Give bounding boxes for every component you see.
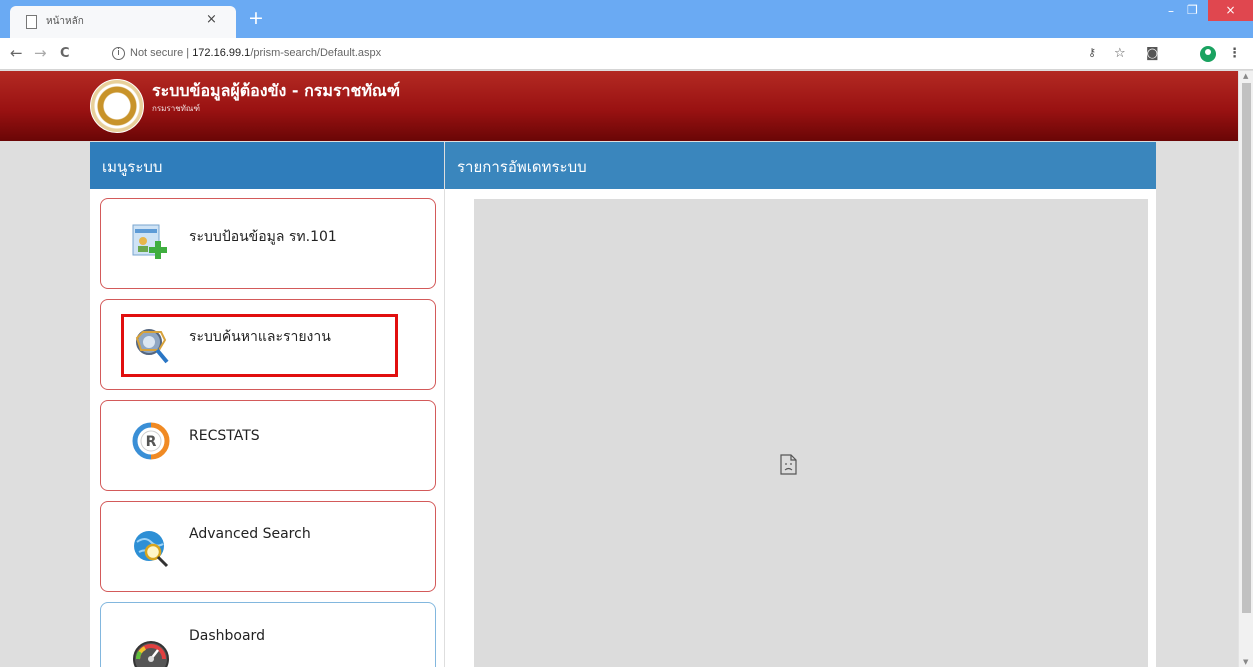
key-icon[interactable]: ⚷	[1088, 46, 1096, 59]
recstats-icon: R	[132, 422, 170, 460]
browser-tab-bar: หน้าหลัก × + – ❐ ×	[0, 0, 1253, 38]
system-menu-panel: เมนูระบบ ระบบป้อนข้อมูล รท.101 ระบบค้นหา…	[90, 142, 444, 667]
tab-close-button[interactable]: ×	[206, 12, 217, 27]
security-label: Not secure	[130, 47, 184, 59]
menu-item-advanced-search[interactable]: Advanced Search	[100, 501, 436, 592]
menu-item-recstats[interactable]: R RECSTATS	[100, 400, 436, 491]
url-separator: |	[186, 47, 190, 59]
menu-item-label: ระบบป้อนข้อมูล รท.101	[189, 229, 337, 245]
gauge-icon	[133, 641, 169, 667]
info-icon[interactable]: i	[112, 47, 125, 60]
updates-iframe	[474, 199, 1148, 667]
site-title: ระบบข้อมูลผู้ต้องขัง - กรมราชทัณฑ์	[152, 81, 401, 100]
globe-search-icon	[134, 531, 169, 568]
address-bar[interactable]: Not secure | 172.16.99.1/prism-search/De…	[130, 47, 381, 59]
updates-panel-title: รายการอัพเดทระบบ	[445, 142, 1156, 189]
maximize-button[interactable]: ❐	[1187, 3, 1198, 17]
browser-menu-icon[interactable]: ⋮	[1228, 46, 1241, 61]
url-host: 172.16.99.1	[192, 47, 251, 59]
new-tab-button[interactable]: +	[248, 7, 264, 29]
profile-avatar-icon[interactable]	[1200, 46, 1216, 62]
svg-text:R: R	[146, 434, 157, 450]
minimize-button[interactable]: –	[1168, 4, 1174, 18]
star-icon[interactable]: ☆	[1114, 46, 1126, 61]
scroll-thumb[interactable]	[1242, 83, 1251, 613]
page: ระบบข้อมูลผู้ต้องขัง - กรมราชทัณฑ์ กรมรา…	[0, 71, 1238, 667]
site-header: ระบบข้อมูลผู้ต้องขัง - กรมราชทัณฑ์ กรมรา…	[0, 71, 1238, 141]
tab-title: หน้าหลัก	[46, 16, 84, 27]
department-seal-logo	[90, 79, 144, 133]
menu-panel-title: เมนูระบบ	[90, 142, 444, 189]
page-icon	[26, 15, 37, 29]
broken-frame-icon	[780, 454, 797, 475]
scroll-up-icon[interactable]: ▲	[1243, 72, 1248, 80]
system-updates-panel: รายการอัพเดทระบบ	[445, 142, 1156, 667]
site-subtitle: กรมราชทัณฑ์	[152, 104, 200, 113]
menu-item-search-report[interactable]: ระบบค้นหาและรายงาน	[100, 299, 436, 390]
browser-tab[interactable]: หน้าหลัก ×	[10, 6, 236, 38]
menu-item-dashboard[interactable]: Dashboard	[100, 602, 436, 667]
url-path: /prism-search/Default.aspx	[250, 47, 382, 59]
back-button[interactable]: ←	[10, 44, 23, 62]
close-window-button[interactable]: ×	[1208, 0, 1253, 21]
add-user-icon	[132, 224, 167, 259]
menu-item-label: Advanced Search	[189, 526, 311, 542]
page-scrollbar[interactable]: ▲ ▼	[1238, 71, 1253, 667]
browser-toolbar: ← → C i Not secure | 172.16.99.1/prism-s…	[0, 38, 1253, 70]
menu-item-label: Dashboard	[189, 628, 265, 644]
reload-button[interactable]: C	[60, 46, 70, 61]
menu-item-data-entry[interactable]: ระบบป้อนข้อมูล รท.101	[100, 198, 436, 289]
highlight-box	[121, 314, 398, 377]
camera-icon[interactable]: ◙	[1146, 46, 1159, 61]
forward-button[interactable]: →	[34, 44, 47, 62]
menu-item-label: RECSTATS	[189, 428, 260, 444]
scroll-down-icon[interactable]: ▼	[1243, 658, 1248, 666]
